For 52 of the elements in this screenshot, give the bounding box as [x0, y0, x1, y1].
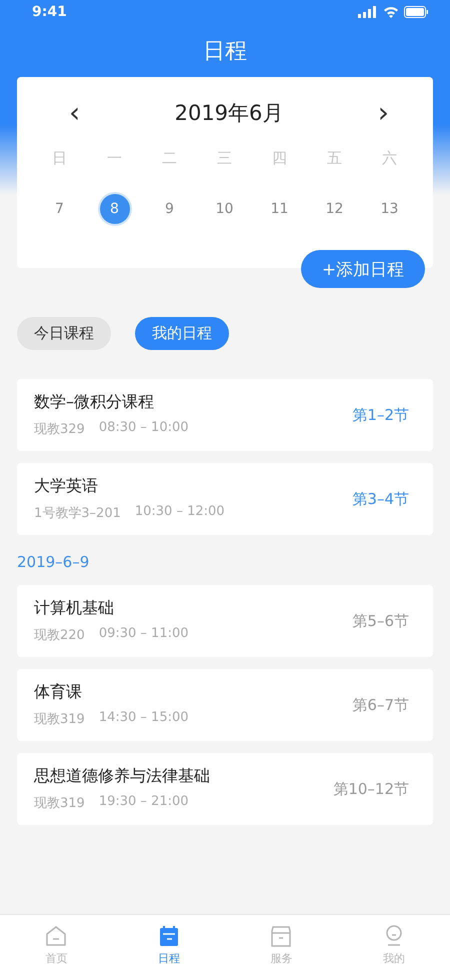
tab-bar-item[interactable]: 我的 [338, 915, 450, 974]
weekday-label: 五 [327, 149, 342, 168]
course-name: 计算机基础 [34, 598, 115, 619]
course-sections: 第1–2节 [352, 406, 409, 424]
battery-icon [404, 6, 428, 18]
course-room: 现教319 [34, 795, 85, 812]
weekday-label: 六 [382, 149, 397, 168]
course-room: 现教319 [34, 711, 85, 728]
course-name: 思想道德修养与法律基础 [34, 766, 210, 787]
calendar-day[interactable]: 10 [210, 194, 240, 224]
tab-bar-item[interactable]: 首页 [0, 915, 112, 974]
weekday-label: 三 [217, 149, 232, 168]
weekday-label: 一 [107, 149, 122, 168]
calendar-day[interactable]: 12 [320, 194, 350, 224]
tab-bar-item[interactable]: 日程 [112, 915, 225, 974]
course-sections: 第5–6节 [352, 612, 409, 630]
course-time: 10:30 – 12:00 [134, 504, 225, 521]
course-sections: 第10–12节 [333, 780, 409, 798]
course-name: 数学–微积分课程 [34, 392, 155, 413]
month-title: 2019年6月 [174, 100, 284, 127]
course-room: 1号教学3–201 [34, 505, 121, 522]
course-time: 19:30 – 21:00 [98, 794, 189, 811]
course-sections: 第6–7节 [352, 696, 409, 714]
course-time: 08:30 – 10:00 [98, 420, 189, 437]
course-name: 体育课 [34, 682, 83, 703]
wifi-icon [383, 6, 399, 18]
course-time: 14:30 – 15:00 [98, 710, 189, 727]
previous-month-button[interactable]: ‹ [63, 99, 86, 127]
add-schedule-button[interactable]: +添加日程 [301, 250, 425, 288]
course-sections: 第3–4节 [352, 490, 409, 508]
date-heading: 2019–6–9 [17, 553, 90, 571]
calendar-day[interactable]: 13 [374, 194, 404, 224]
calendar-day[interactable]: 7 [44, 194, 74, 224]
calendar-day[interactable]: 11 [264, 194, 294, 224]
course-room: 现教329 [34, 421, 85, 438]
box-icon [269, 924, 294, 948]
weekday-label: 四 [272, 149, 287, 168]
filter-tab[interactable]: 今日课程 [17, 317, 111, 350]
tab-bar-item[interactable]: 服务 [225, 915, 338, 974]
weekday-label: 日 [52, 149, 67, 168]
status-time: 9:41 [32, 4, 67, 20]
calendar-day[interactable]: 9 [154, 194, 184, 224]
next-month-button[interactable]: › [372, 99, 395, 127]
signal-icon [358, 6, 378, 18]
course-room: 现教220 [34, 627, 85, 644]
course-name: 大学英语 [34, 476, 99, 497]
home-icon [44, 924, 68, 948]
filter-tab[interactable]: 我的日程 [135, 317, 229, 350]
page-title: 日程 [203, 38, 247, 66]
calendar-day[interactable]: 8 [100, 194, 130, 224]
course-time: 09:30 – 11:00 [98, 626, 189, 643]
weekday-label: 二 [162, 149, 177, 168]
